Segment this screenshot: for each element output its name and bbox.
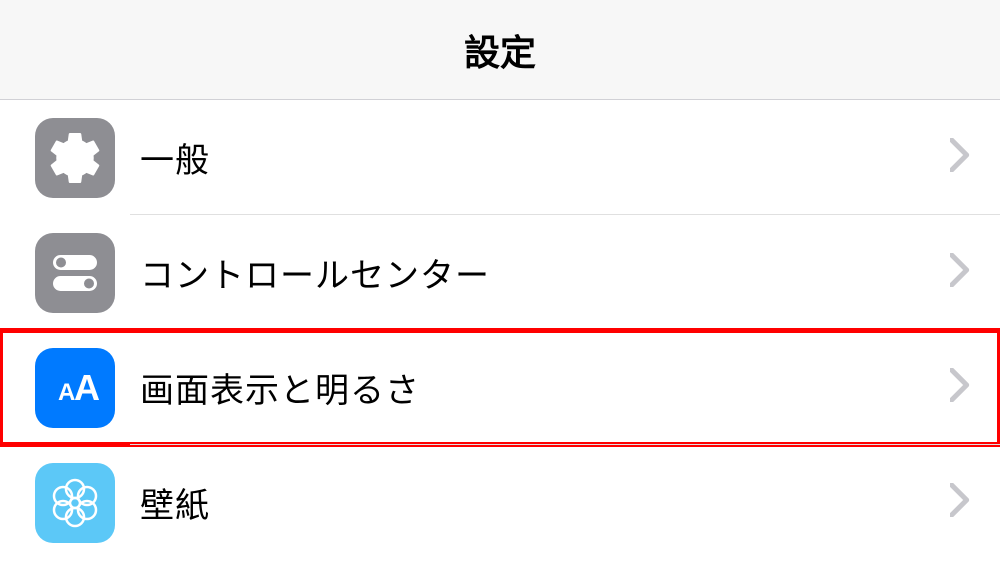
chevron-right-icon [950, 253, 970, 292]
settings-row-control-center[interactable]: コントロールセンター [0, 215, 1000, 330]
settings-list: 一般 コントロールセンター A A 画面表示と明るさ [0, 100, 1000, 560]
row-label-general: 一般 [140, 133, 950, 182]
chevron-right-icon [950, 138, 970, 177]
row-label-wallpaper: 壁紙 [140, 478, 950, 527]
row-label-display-brightness: 画面表示と明るさ [140, 363, 950, 412]
svg-text:A: A [58, 379, 75, 406]
chevron-right-icon [950, 368, 970, 407]
nav-header: 設定 [0, 0, 1000, 100]
page-title: 設定 [464, 24, 536, 76]
svg-text:A: A [74, 367, 100, 408]
text-size-icon: A A [35, 348, 115, 428]
settings-row-display-brightness[interactable]: A A 画面表示と明るさ [0, 330, 1000, 445]
flower-icon [35, 463, 115, 543]
toggle-switches-icon [35, 233, 115, 313]
settings-row-wallpaper[interactable]: 壁紙 [0, 445, 1000, 560]
chevron-right-icon [950, 483, 970, 522]
gear-icon [35, 118, 115, 198]
row-label-control-center: コントロールセンター [140, 248, 950, 297]
settings-row-general[interactable]: 一般 [0, 100, 1000, 215]
